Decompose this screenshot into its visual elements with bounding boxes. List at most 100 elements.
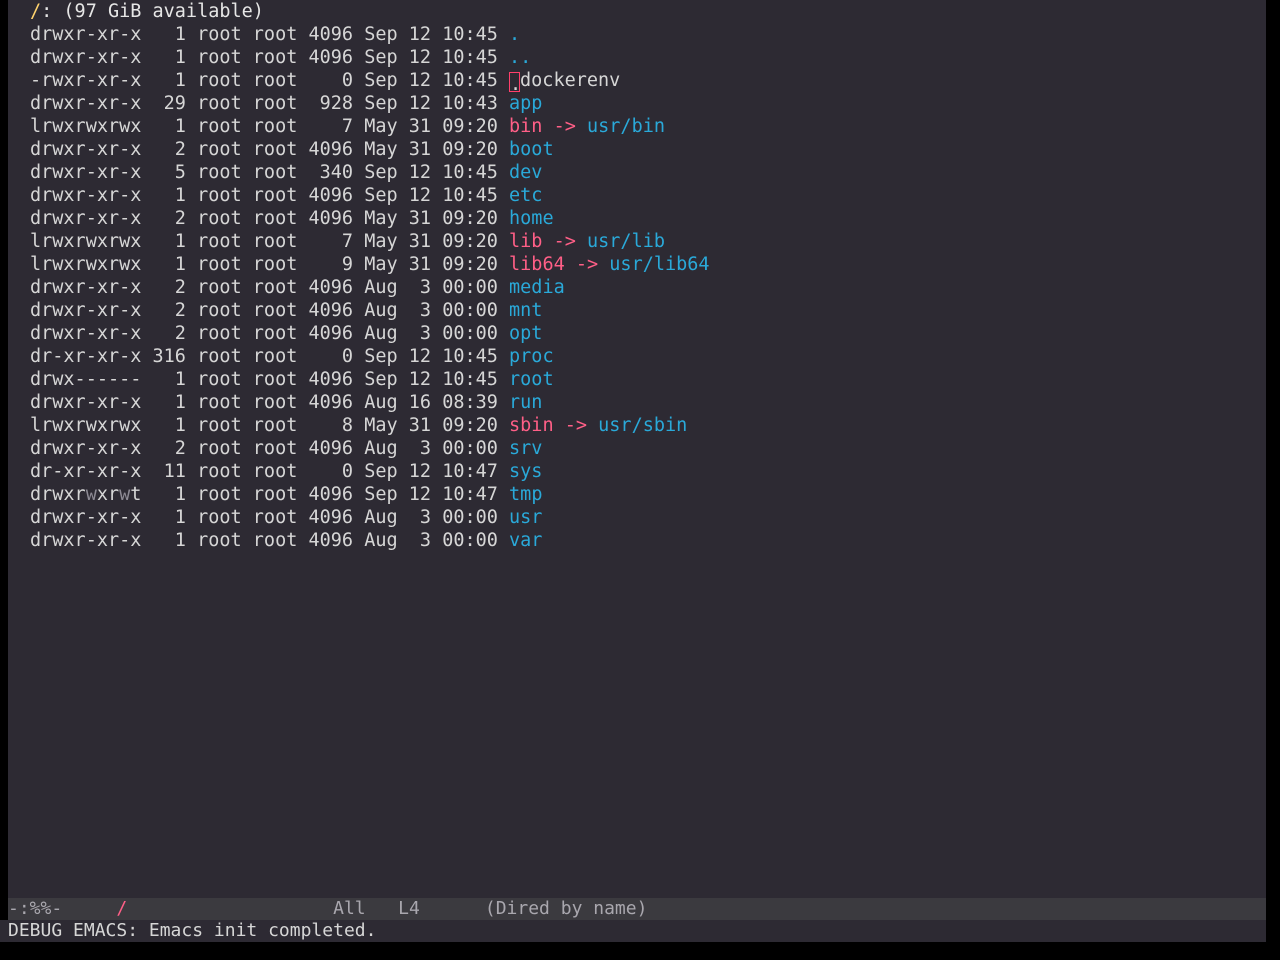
dired-entry[interactable]: drwxr-xr-x 2 root root 4096 May 31 09:20… — [30, 207, 710, 230]
dired-entry[interactable]: drwxr-xr-x 29 root root 928 Sep 12 10:43… — [30, 92, 710, 115]
file-name: lib64 — [509, 254, 565, 275]
file-day: 31 — [408, 415, 432, 436]
directory-name: srv — [509, 438, 543, 459]
file-owner: root — [197, 277, 242, 298]
directory-name: dev — [509, 162, 543, 183]
file-name: bin — [509, 116, 543, 137]
file-month: May — [364, 415, 398, 436]
link-count: 1 — [152, 507, 186, 528]
file-size: 4096 — [308, 185, 354, 206]
file-month: Sep — [364, 185, 398, 206]
file-month: Aug — [364, 507, 398, 528]
file-size: 4096 — [308, 484, 354, 505]
file-time: 00:00 — [442, 277, 498, 298]
file-permissions: drwxr-xr-x — [30, 208, 142, 229]
dired-entry[interactable]: drwxr-xr-x 1 root root 4096 Aug 3 00:00 … — [30, 506, 710, 529]
file-owner: root — [197, 116, 242, 137]
file-month: Sep — [364, 70, 398, 91]
dired-entry[interactable]: drwxr-xr-x 1 root root 4096 Sep 12 10:45… — [30, 184, 710, 207]
dired-entry[interactable]: lrwxrwxrwx 1 root root 9 May 31 09:20 li… — [30, 253, 710, 276]
file-group: root — [252, 185, 298, 206]
dired-entry[interactable]: drwxr-xr-x 1 root root 4096 Sep 12 10:45… — [30, 23, 710, 46]
file-permissions: drwxr-xr-x — [30, 507, 142, 528]
dired-entry[interactable]: drwxr-xr-x 2 root root 4096 Aug 3 00:00 … — [30, 299, 710, 322]
dired-entry[interactable]: drwxr-xr-x 2 root root 4096 Aug 3 00:00 … — [30, 437, 710, 460]
file-group: root — [252, 369, 298, 390]
link-count: 1 — [152, 484, 186, 505]
file-time: 09:20 — [442, 116, 498, 137]
directory-name: tmp — [509, 484, 543, 505]
directory-name: .. — [509, 47, 532, 68]
file-permissions: drwxr-xr-x — [30, 277, 142, 298]
directory-name: opt — [509, 323, 543, 344]
dired-entry[interactable]: drwxrwxrwt 1 root root 4096 Sep 12 10:47… — [30, 483, 710, 506]
file-time: 00:00 — [442, 300, 498, 321]
file-month: Sep — [364, 346, 398, 367]
dired-entry[interactable]: drwxr-xr-x 1 root root 4096 Sep 12 10:45… — [30, 46, 710, 69]
file-day: 3 — [408, 438, 432, 459]
dired-entry[interactable]: lrwxrwxrwx 1 root root 8 May 31 09:20 sb… — [30, 414, 710, 437]
file-owner: root — [197, 461, 242, 482]
dired-entry[interactable]: lrwxrwxrwx 1 root root 7 May 31 09:20 bi… — [30, 115, 710, 138]
file-time: 09:20 — [442, 208, 498, 229]
link-count: 1 — [152, 231, 186, 252]
file-day: 31 — [408, 231, 432, 252]
file-month: Sep — [364, 24, 398, 45]
file-group: root — [252, 231, 298, 252]
dired-entry[interactable]: drwxr-xr-x 2 root root 4096 Aug 3 00:00 … — [30, 322, 710, 345]
file-permissions: drwxr-xr-x — [30, 438, 142, 459]
file-owner: root — [197, 24, 242, 45]
modeline-major-mode: (Dired by name) — [484, 898, 648, 919]
link-count: 11 — [152, 461, 186, 482]
file-size: 340 — [308, 162, 354, 183]
directory-name: mnt — [509, 300, 543, 321]
dired-entry[interactable]: -rwxr-xr-x 1 root root 0 Sep 12 10:45 .d… — [30, 69, 710, 95]
file-size: 0 — [308, 461, 354, 482]
minibuffer-message: DEBUG EMACS: Emacs init completed. — [8, 920, 377, 941]
file-time: 00:00 — [442, 530, 498, 551]
file-day: 12 — [408, 70, 432, 91]
file-name: sbin — [509, 415, 554, 436]
file-permissions: drwx------ — [30, 369, 142, 390]
file-group: root — [252, 461, 298, 482]
link-count: 1 — [152, 369, 186, 390]
file-month: May — [364, 139, 398, 160]
directory-name: sys — [509, 461, 543, 482]
file-permissions: dr-xr-xr-x — [30, 461, 142, 482]
symlink-target: usr/lib — [587, 231, 665, 252]
minibuffer[interactable]: DEBUG EMACS: Emacs init completed. — [0, 920, 1266, 942]
modeline-status: -:%%- — [8, 898, 63, 919]
file-day: 3 — [408, 300, 432, 321]
file-group: root — [252, 530, 298, 551]
dired-entry[interactable]: drwxr-xr-x 1 root root 4096 Aug 3 00:00 … — [30, 529, 710, 552]
dired-entry[interactable]: dr-xr-xr-x 316 root root 0 Sep 12 10:45 … — [30, 345, 710, 368]
symlink-arrow: -> — [553, 415, 599, 436]
file-day: 12 — [408, 185, 432, 206]
dired-entry[interactable]: lrwxrwxrwx 1 root root 7 May 31 09:20 li… — [30, 230, 710, 253]
dired-entry[interactable]: drwxr-xr-x 2 root root 4096 Aug 3 00:00 … — [30, 276, 710, 299]
file-permissions: drwxr-xr-x — [30, 185, 142, 206]
dired-entry[interactable]: dr-xr-xr-x 11 root root 0 Sep 12 10:47 s… — [30, 460, 710, 483]
dired-entry[interactable]: drwxr-xr-x 5 root root 340 Sep 12 10:45 … — [30, 161, 710, 184]
file-group: root — [252, 254, 298, 275]
file-month: Sep — [364, 461, 398, 482]
file-owner: root — [197, 484, 242, 505]
symlink-target: usr/bin — [587, 116, 665, 137]
file-size: 4096 — [308, 24, 354, 45]
file-size: 4096 — [308, 530, 354, 551]
directory-name: var — [509, 530, 543, 551]
dired-entry[interactable]: drwxr-xr-x 2 root root 4096 May 31 09:20… — [30, 138, 710, 161]
dired-buffer[interactable]: /: (97 GiB available) drwxr-xr-x 1 root … — [8, 0, 1266, 898]
dired-entry[interactable]: drwxr-xr-x 1 root root 4096 Aug 16 08:39… — [30, 391, 710, 414]
file-month: Aug — [364, 277, 398, 298]
permission-bit: w — [85, 484, 97, 505]
dired-header: /: (97 GiB available) — [30, 0, 264, 23]
symlink-arrow: -> — [542, 231, 588, 252]
file-permissions: drwxr-xr-x — [30, 323, 142, 344]
file-month: Aug — [364, 530, 398, 551]
file-size: 4096 — [308, 507, 354, 528]
dired-entry[interactable]: drwx------ 1 root root 4096 Sep 12 10:45… — [30, 368, 710, 391]
file-month: Sep — [364, 47, 398, 68]
permission-bit: w — [119, 484, 131, 505]
file-owner: root — [197, 208, 242, 229]
